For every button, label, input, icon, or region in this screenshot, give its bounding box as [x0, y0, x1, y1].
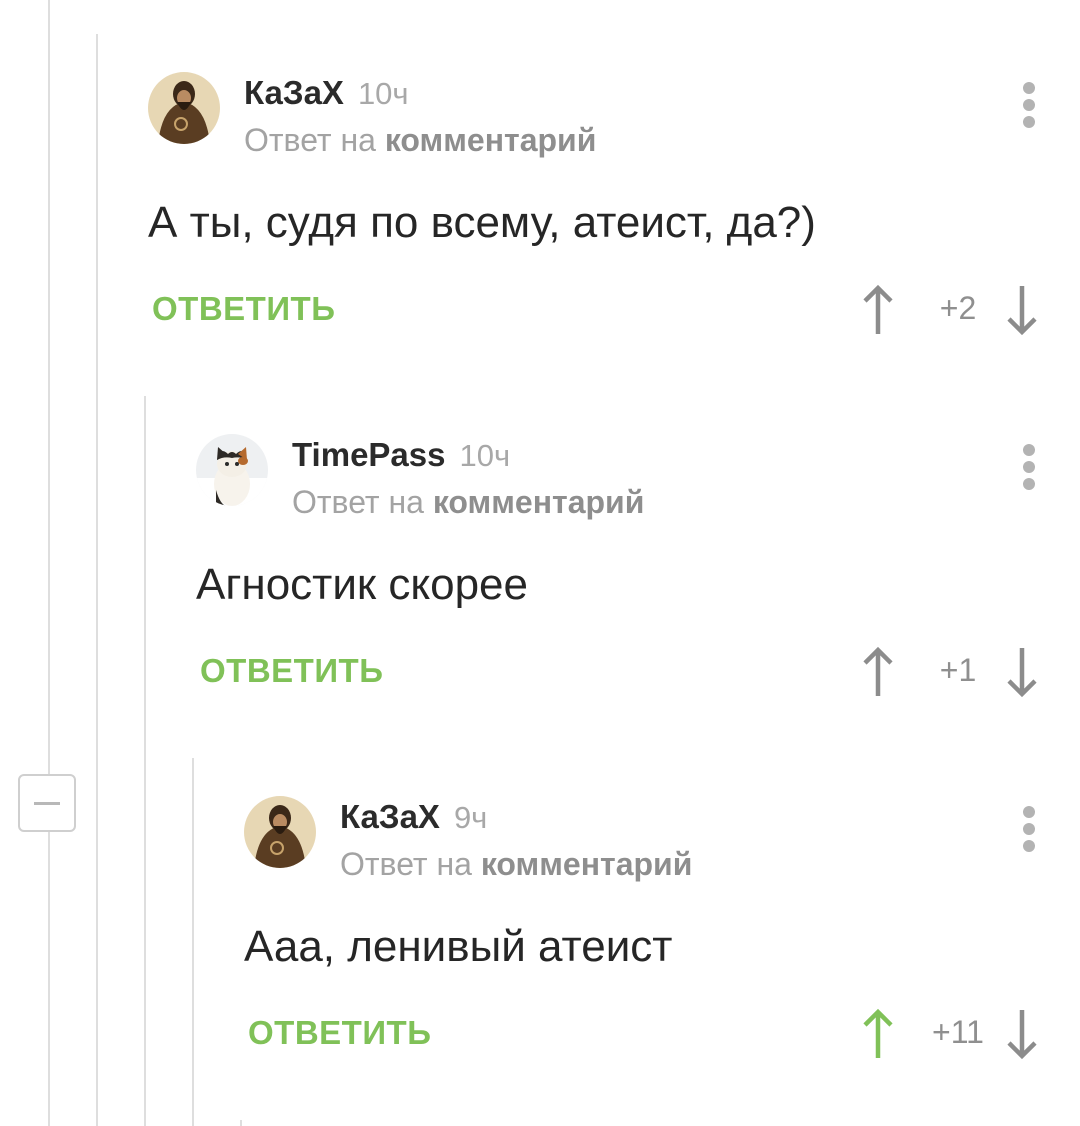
- downvote-button[interactable]: [1004, 644, 1040, 700]
- thread-line: [192, 758, 194, 1126]
- reply-info: Ответ на комментарий: [340, 846, 692, 883]
- reply-button[interactable]: ОТВЕТИТЬ: [248, 1014, 431, 1052]
- comment-time: 10ч: [357, 76, 409, 111]
- rating-score: +2: [939, 290, 977, 326]
- dot: [1023, 444, 1035, 456]
- reply-button[interactable]: ОТВЕТИТЬ: [200, 652, 383, 690]
- thread-line: [240, 1120, 242, 1126]
- reply-info: Ответ на комментарий: [244, 122, 596, 159]
- reply-prefix: Ответ на: [292, 484, 424, 520]
- arrow-up-icon: [863, 284, 893, 334]
- upvote-button[interactable]: [860, 1006, 896, 1062]
- rating-score: +11: [932, 1014, 984, 1050]
- rating: +1: [860, 644, 1040, 700]
- more-options-button[interactable]: [1018, 806, 1040, 852]
- comment-text: А ты, судя по всему, атеист, да?): [148, 198, 816, 247]
- dot: [1023, 82, 1035, 94]
- comment-time: 10ч: [459, 438, 511, 473]
- comment-time: 9ч: [453, 800, 488, 835]
- arrow-down-icon: [1007, 286, 1037, 336]
- comment-text: Агностик скорее: [196, 560, 528, 609]
- author-name[interactable]: КаЗаХ 10ч: [244, 74, 409, 112]
- arrow-up-icon: [863, 646, 893, 696]
- dot: [1023, 116, 1035, 128]
- parent-comment-link[interactable]: комментарий: [481, 846, 693, 882]
- avatar[interactable]: [244, 796, 316, 868]
- parent-comment-link[interactable]: комментарий: [385, 122, 597, 158]
- author-name[interactable]: КаЗаХ 9ч: [340, 798, 487, 836]
- downvote-button[interactable]: [1004, 282, 1040, 338]
- thread-line: [96, 34, 98, 1126]
- arrow-down-icon: [1007, 648, 1037, 698]
- upvote-button[interactable]: [860, 282, 896, 338]
- author-name[interactable]: TimePass 10ч: [292, 436, 510, 474]
- rating: +2: [860, 282, 1040, 338]
- comment: TimePass 10ч Ответ на комментарий Агности…: [196, 434, 1040, 734]
- upvote-button[interactable]: [860, 644, 896, 700]
- dot: [1023, 478, 1035, 490]
- reply-info: Ответ на комментарий: [292, 484, 644, 521]
- thread-line: [144, 396, 146, 1126]
- parent-comment-link[interactable]: комментарий: [433, 484, 645, 520]
- minus-icon: [34, 802, 60, 805]
- collapse-thread-button[interactable]: [18, 774, 76, 832]
- dot: [1023, 840, 1035, 852]
- thread-line: [48, 0, 50, 1126]
- arrow-up-icon: [863, 1008, 893, 1058]
- comment: КаЗаХ 10ч Ответ на комментарий А ты, судя…: [148, 72, 1040, 372]
- reply-prefix: Ответ на: [244, 122, 376, 158]
- comment: КаЗаХ 9ч Ответ на комментарий Ааа, ленивы…: [244, 796, 1040, 1096]
- author-label[interactable]: TimePass: [292, 436, 446, 473]
- avatar[interactable]: [196, 434, 268, 506]
- rating-score: +1: [939, 652, 977, 688]
- comment-text: Ааа, ленивый атеист: [244, 922, 673, 971]
- avatar[interactable]: [148, 72, 220, 144]
- rating: +11: [860, 1006, 1040, 1062]
- downvote-button[interactable]: [1004, 1006, 1040, 1062]
- more-options-button[interactable]: [1018, 82, 1040, 128]
- author-label[interactable]: КаЗаХ: [244, 74, 344, 111]
- author-label[interactable]: КаЗаХ: [340, 798, 440, 835]
- reply-prefix: Ответ на: [340, 846, 472, 882]
- dot: [1023, 806, 1035, 818]
- dot: [1023, 461, 1035, 473]
- arrow-down-icon: [1007, 1010, 1037, 1060]
- dot: [1023, 823, 1035, 835]
- reply-button[interactable]: ОТВЕТИТЬ: [152, 290, 335, 328]
- more-options-button[interactable]: [1018, 444, 1040, 490]
- dot: [1023, 99, 1035, 111]
